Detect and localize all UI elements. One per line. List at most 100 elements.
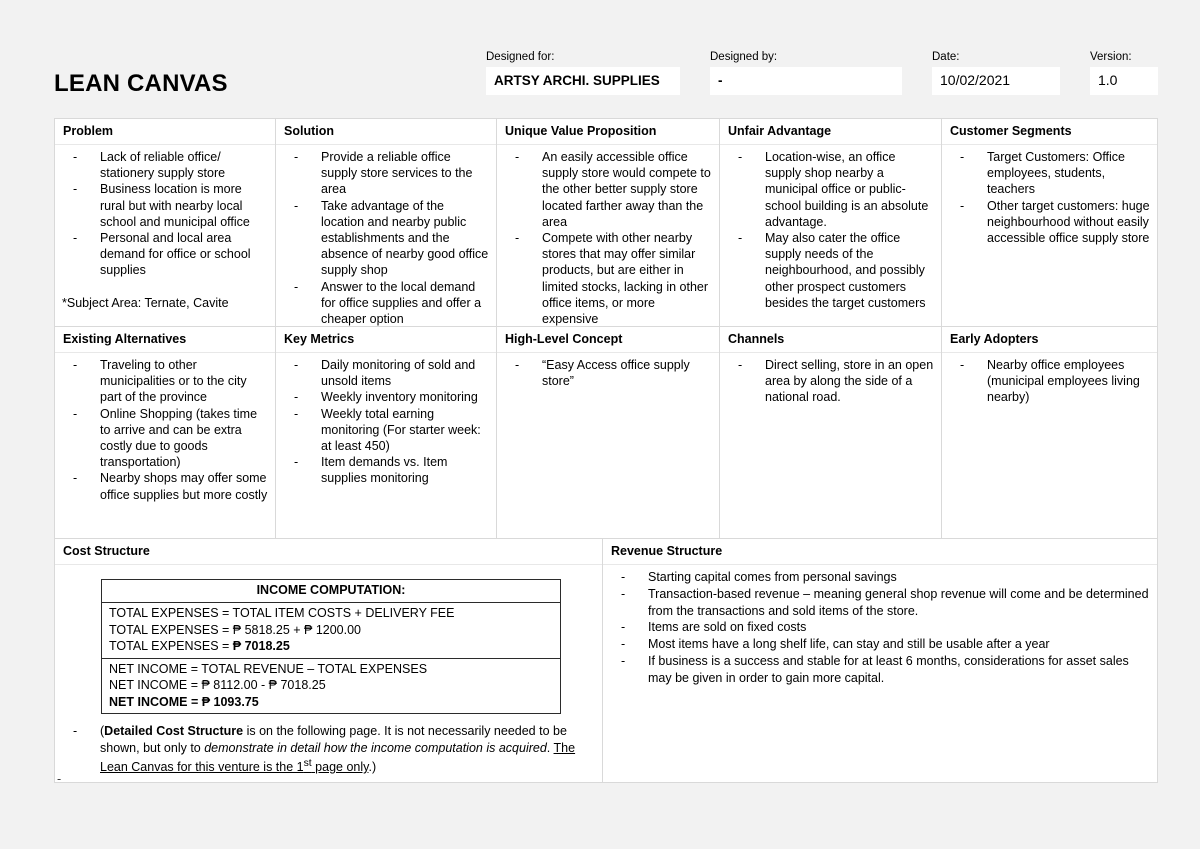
cell-title-unfair-advantage: Unfair Advantage: [720, 119, 941, 145]
cell-channels: Channels Direct selling, store in an ope…: [720, 327, 942, 539]
high-level-concept-list: “Easy Access office supply store”: [504, 357, 712, 389]
cell-title-existing-alternatives: Existing Alternatives: [55, 327, 275, 353]
note-bold-lead: Detailed Cost Structure: [104, 724, 244, 738]
list-item: Transaction-based revenue – meaning gene…: [610, 586, 1150, 620]
cell-high-level-concept: High-Level Concept “Easy Access office s…: [497, 327, 720, 539]
cell-title-uvp: Unique Value Proposition: [497, 119, 719, 145]
line-label: TOTAL EXPENSES =: [109, 639, 230, 653]
version-value[interactable]: 1.0: [1090, 67, 1158, 95]
expenses-line-1: TOTAL EXPENSES = TOTAL ITEM COSTS + DELI…: [109, 606, 455, 620]
cell-title-customer-segments: Customer Segments: [942, 119, 1157, 145]
list-item: Direct selling, store in an open area by…: [727, 357, 934, 406]
list-item: Lack of reliable office/ stationery supp…: [62, 149, 268, 181]
note-italic-1: demonstrate in detail how the income com…: [204, 740, 547, 755]
designed-for-field: Designed for: ARTSY ARCHI. SUPPLIES: [486, 50, 680, 95]
designed-by-label: Designed by:: [710, 51, 778, 63]
cell-body-key-metrics: Daily monitoring of sold and unsold item…: [276, 353, 496, 493]
list-item: Business location is more rural but with…: [62, 181, 268, 230]
cell-solution: Solution Provide a reliable office suppl…: [276, 119, 497, 327]
canvas-row-middle: Existing Alternatives Traveling to other…: [55, 327, 1158, 539]
list-item: Starting capital comes from personal sav…: [610, 569, 1150, 586]
designed-for-value[interactable]: ARTSY ARCHI. SUPPLIES: [486, 67, 680, 95]
income-expenses-section: TOTAL EXPENSES = TOTAL ITEM COSTS + DELI…: [102, 603, 560, 658]
list-item: Provide a reliable office supply store s…: [283, 149, 489, 198]
list-item: An easily accessible office supply store…: [504, 149, 712, 230]
problem-list: Lack of reliable office/ stationery supp…: [62, 149, 268, 279]
cell-body-unfair-advantage: Location-wise, an office supply shop nea…: [720, 145, 941, 317]
cell-body-high-level-concept: “Easy Access office supply store”: [497, 353, 719, 395]
list-item: “Easy Access office supply store”: [504, 357, 712, 389]
list-item: Compete with other nearby stores that ma…: [504, 230, 712, 327]
income-net-section: NET INCOME = TOTAL REVENUE – TOTAL EXPEN…: [102, 657, 560, 714]
cell-body-early-adopters: Nearby office employees (municipal emplo…: [942, 353, 1157, 412]
list-item: Take advantage of the location and nearb…: [283, 198, 489, 279]
list-item: Online Shopping (takes time to arrive an…: [62, 406, 268, 471]
cell-revenue-structure: Revenue Structure Starting capital comes…: [603, 539, 1158, 783]
cell-body-existing-alternatives: Traveling to other municipalities or to …: [55, 353, 275, 509]
list-item: Other target customers: huge neighbourho…: [949, 198, 1150, 247]
cell-unique-value-proposition: Unique Value Proposition An easily acces…: [497, 119, 720, 327]
net-income-line-1: NET INCOME = TOTAL REVENUE – TOTAL EXPEN…: [109, 661, 428, 676]
designed-for-label: Designed for:: [486, 51, 555, 63]
expenses-line-2: TOTAL EXPENSES = ₱ 5818.25 + ₱ 1200.00: [109, 622, 362, 637]
date-field: Date: 10/02/2021: [932, 50, 1060, 95]
note-close: .): [368, 760, 377, 775]
date-label: Date:: [932, 51, 960, 63]
unfair-advantage-list: Location-wise, an office supply shop nea…: [727, 149, 934, 311]
list-item: Traveling to other municipalities or to …: [62, 357, 268, 406]
cell-title-solution: Solution: [276, 119, 496, 145]
expenses-line-3-text: TOTAL EXPENSES = ₱ 7018.25: [109, 639, 290, 653]
list-item: Items are sold on fixed costs: [610, 619, 1150, 636]
list-item: Target Customers: Office employees, stud…: [949, 149, 1150, 198]
channels-list: Direct selling, store in an open area by…: [727, 357, 934, 406]
cell-title-channels: Channels: [720, 327, 941, 353]
list-item: Location-wise, an office supply shop nea…: [727, 149, 934, 230]
canvas-header: LEAN CANVAS Designed for: ARTSY ARCHI. S…: [54, 50, 1158, 106]
list-item: Nearby shops may offer some office suppl…: [62, 470, 268, 502]
problem-note: *Subject Area: Ternate, Cavite: [62, 295, 229, 310]
solution-list: Provide a reliable office supply store s…: [283, 149, 489, 327]
existing-alternatives-list: Traveling to other municipalities or to …: [62, 357, 268, 503]
net-income-line-2: NET INCOME = ₱ 8112.00 - ₱ 7018.25: [109, 678, 326, 692]
cell-title-cost-structure: Cost Structure: [55, 539, 602, 565]
trailing-dash: -: [57, 772, 62, 786]
key-metrics-list: Daily monitoring of sold and unsold item…: [283, 357, 489, 487]
income-computation-table: INCOME COMPUTATION: TOTAL EXPENSES = TOT…: [101, 579, 561, 714]
cost-structure-note: (Detailed Cost Structure is on the follo…: [62, 723, 595, 776]
line-amount: ₱ 7018.25: [229, 639, 290, 653]
cell-body-uvp: An easily accessible office supply store…: [497, 145, 719, 333]
cell-body-solution: Provide a reliable office supply store s…: [276, 145, 496, 333]
list-item: Personal and local area demand for offic…: [62, 230, 268, 279]
cell-title-revenue-structure: Revenue Structure: [603, 539, 1157, 565]
uvp-list: An easily accessible office supply store…: [504, 149, 712, 327]
list-item: Most items have a long shelf life, can s…: [610, 636, 1150, 653]
date-value[interactable]: 10/02/2021: [932, 67, 1060, 95]
cell-body-cost-structure: INCOME COMPUTATION: TOTAL EXPENSES = TOT…: [55, 565, 602, 782]
list-item: Daily monitoring of sold and unsold item…: [283, 357, 489, 389]
cell-unfair-advantage: Unfair Advantage Location-wise, an offic…: [720, 119, 942, 327]
cell-title-early-adopters: Early Adopters: [942, 327, 1157, 353]
cell-cost-structure: Cost Structure INCOME COMPUTATION: TOTAL…: [55, 539, 603, 783]
early-adopters-list: Nearby office employees (municipal emplo…: [949, 357, 1150, 406]
lean-canvas-page: LEAN CANVAS Designed for: ARTSY ARCHI. S…: [0, 0, 1200, 849]
cell-title-problem: Problem: [55, 119, 275, 145]
customer-segments-list: Target Customers: Office employees, stud…: [949, 149, 1150, 246]
list-item: Answer to the local demand for office su…: [283, 279, 489, 328]
cell-body-channels: Direct selling, store in an open area by…: [720, 353, 941, 412]
expenses-line-3: TOTAL EXPENSES = ₱ 7018.25: [109, 638, 560, 655]
list-item: May also cater the office supply needs o…: [727, 230, 934, 311]
version-label: Version:: [1090, 51, 1132, 63]
revenue-structure-list: Starting capital comes from personal sav…: [610, 569, 1150, 687]
cell-problem: Problem Lack of reliable office/ station…: [55, 119, 276, 327]
cell-existing-alternatives: Existing Alternatives Traveling to other…: [55, 327, 276, 539]
cell-title-key-metrics: Key Metrics: [276, 327, 496, 353]
canvas-grid: Problem Lack of reliable office/ station…: [54, 118, 1158, 783]
cell-key-metrics: Key Metrics Daily monitoring of sold and…: [276, 327, 497, 539]
note-plain-2: .: [546, 740, 554, 755]
income-computation-heading: INCOME COMPUTATION:: [102, 580, 560, 603]
cell-body-revenue-structure: Starting capital comes from personal sav…: [603, 565, 1157, 693]
list-item: Weekly total earning monitoring (For sta…: [283, 406, 489, 455]
designed-by-value[interactable]: -: [710, 67, 902, 95]
cell-body-customer-segments: Target Customers: Office employees, stud…: [942, 145, 1157, 252]
net-income-line-3: NET INCOME = ₱ 1093.75: [109, 694, 259, 709]
